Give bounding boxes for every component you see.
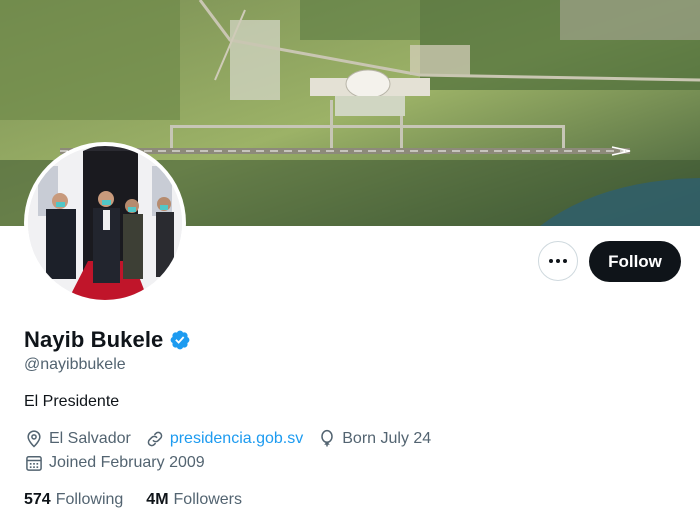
following-label: Following	[55, 491, 124, 508]
following-count: 574	[24, 491, 51, 508]
profile-name-row: Nayib Bukele	[24, 327, 191, 353]
joined-item: Joined February 2009	[24, 453, 205, 473]
verified-badge-icon[interactable]	[169, 329, 191, 351]
joined-text: Joined February 2009	[49, 454, 205, 471]
location-pin-icon	[27, 430, 41, 448]
follow-counts: 574 Following 4M Followers	[24, 491, 265, 509]
profile-avatar[interactable]	[24, 142, 186, 304]
balloon-icon	[321, 429, 333, 447]
birthday-text: Born July 24	[342, 430, 432, 447]
followers-count: 4M	[146, 491, 169, 508]
calendar-icon	[26, 456, 42, 471]
followers-label: Followers	[173, 491, 242, 508]
link-icon	[147, 431, 163, 447]
following-link[interactable]: 574 Following	[24, 491, 123, 509]
more-options-button[interactable]	[538, 241, 578, 281]
profile-joined-row: Joined February 2009	[24, 453, 219, 473]
more-dots-icon	[549, 259, 567, 263]
website-item: presidencia.gob.sv	[145, 429, 303, 449]
location-item: El Salvador	[24, 429, 131, 449]
follow-button[interactable]: Follow	[589, 241, 681, 282]
location-text: El Salvador	[49, 430, 131, 447]
profile-handle: @nayibbukele	[24, 356, 126, 373]
website-link[interactable]: presidencia.gob.sv	[170, 430, 303, 448]
followers-link[interactable]: 4M Followers	[146, 491, 242, 509]
profile-name: Nayib Bukele	[24, 327, 164, 352]
profile-meta-row: El Salvador presidencia.gob.sv Born July…	[24, 429, 445, 449]
birthday-item: Born July 24	[317, 429, 431, 449]
profile-bio: El Presidente	[24, 393, 120, 410]
